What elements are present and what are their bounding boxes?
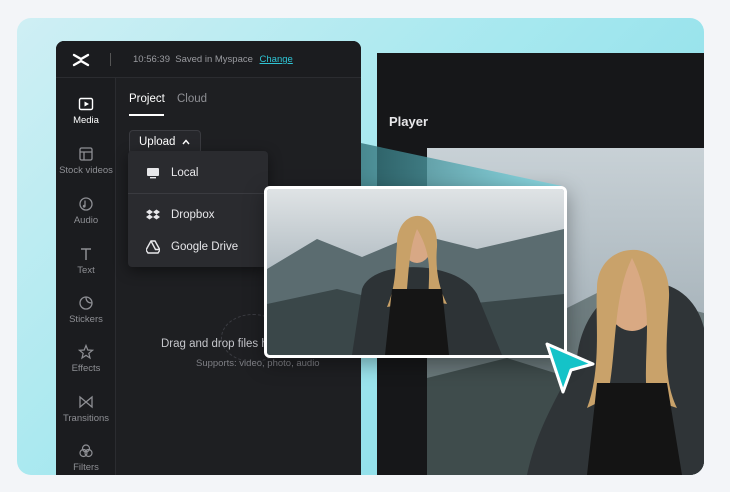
side-rail: Media Stock videos Audio Text Stickers E…: [56, 78, 116, 475]
effects-icon: [78, 344, 94, 360]
media-icon: [78, 97, 94, 111]
rail-item-transitions[interactable]: Transitions: [56, 394, 116, 424]
rail-item-media[interactable]: Media: [56, 96, 116, 126]
save-time: 10:56:39: [133, 54, 170, 65]
rail-item-audio[interactable]: Audio: [56, 196, 116, 226]
tab-cloud[interactable]: Cloud: [177, 93, 207, 105]
top-bar: 10:56:39 Saved in Myspace Change: [56, 41, 361, 78]
upload-label: Upload: [139, 136, 176, 148]
audio-icon: [79, 197, 93, 211]
menu-item-dropbox[interactable]: Dropbox: [128, 201, 268, 229]
stickers-icon: [79, 296, 93, 310]
rail-label: Audio: [73, 215, 99, 226]
change-link[interactable]: Change: [260, 54, 293, 65]
upload-menu: Local Dropbox Google Drive: [128, 151, 268, 267]
rail-label: Transitions: [62, 413, 110, 424]
text-icon: [81, 248, 91, 260]
rail-item-stock-videos[interactable]: Stock videos: [56, 146, 116, 176]
menu-item-google-drive[interactable]: Google Drive: [128, 233, 268, 261]
save-location: Saved in Myspace: [175, 54, 253, 65]
capcut-logo-icon[interactable]: [72, 52, 90, 68]
menu-label: Dropbox: [171, 209, 215, 221]
drop-instructions: Drag and drop files h: [161, 338, 268, 350]
rail-item-stickers[interactable]: Stickers: [56, 295, 116, 325]
rail-item-text[interactable]: Text: [56, 246, 116, 276]
monitor-icon: [147, 168, 159, 179]
player-title: Player: [389, 114, 429, 129]
imported-media-preview[interactable]: [264, 186, 567, 358]
menu-label: Local: [171, 167, 199, 179]
stock-videos-icon: [79, 147, 93, 161]
active-tab-indicator: [129, 114, 164, 116]
rail-label: Effects: [71, 363, 101, 374]
divider: [110, 53, 111, 66]
rail-label: Media: [73, 115, 99, 126]
menu-item-local[interactable]: Local: [128, 159, 268, 187]
supported-formats: Supports: video, photo, audio: [196, 358, 320, 369]
rail-label: Stock videos: [59, 165, 113, 176]
rail-label: Filters: [73, 462, 99, 473]
filters-icon: [79, 444, 93, 458]
menu-divider: [128, 193, 268, 194]
transitions-icon: [79, 395, 93, 409]
chevron-up-icon: [182, 139, 190, 145]
pointer-cursor-icon: [545, 342, 595, 394]
rail-label: Stickers: [69, 314, 103, 325]
rail-item-filters[interactable]: Filters: [56, 443, 116, 473]
google-drive-icon: [146, 240, 160, 254]
dropbox-icon: [146, 209, 160, 220]
menu-label: Google Drive: [171, 241, 239, 253]
rail-item-effects[interactable]: Effects: [56, 344, 116, 374]
save-status: 10:56:39 Saved in Myspace Change: [133, 54, 293, 65]
tab-project[interactable]: Project: [129, 93, 165, 105]
rail-label: Text: [77, 265, 95, 276]
